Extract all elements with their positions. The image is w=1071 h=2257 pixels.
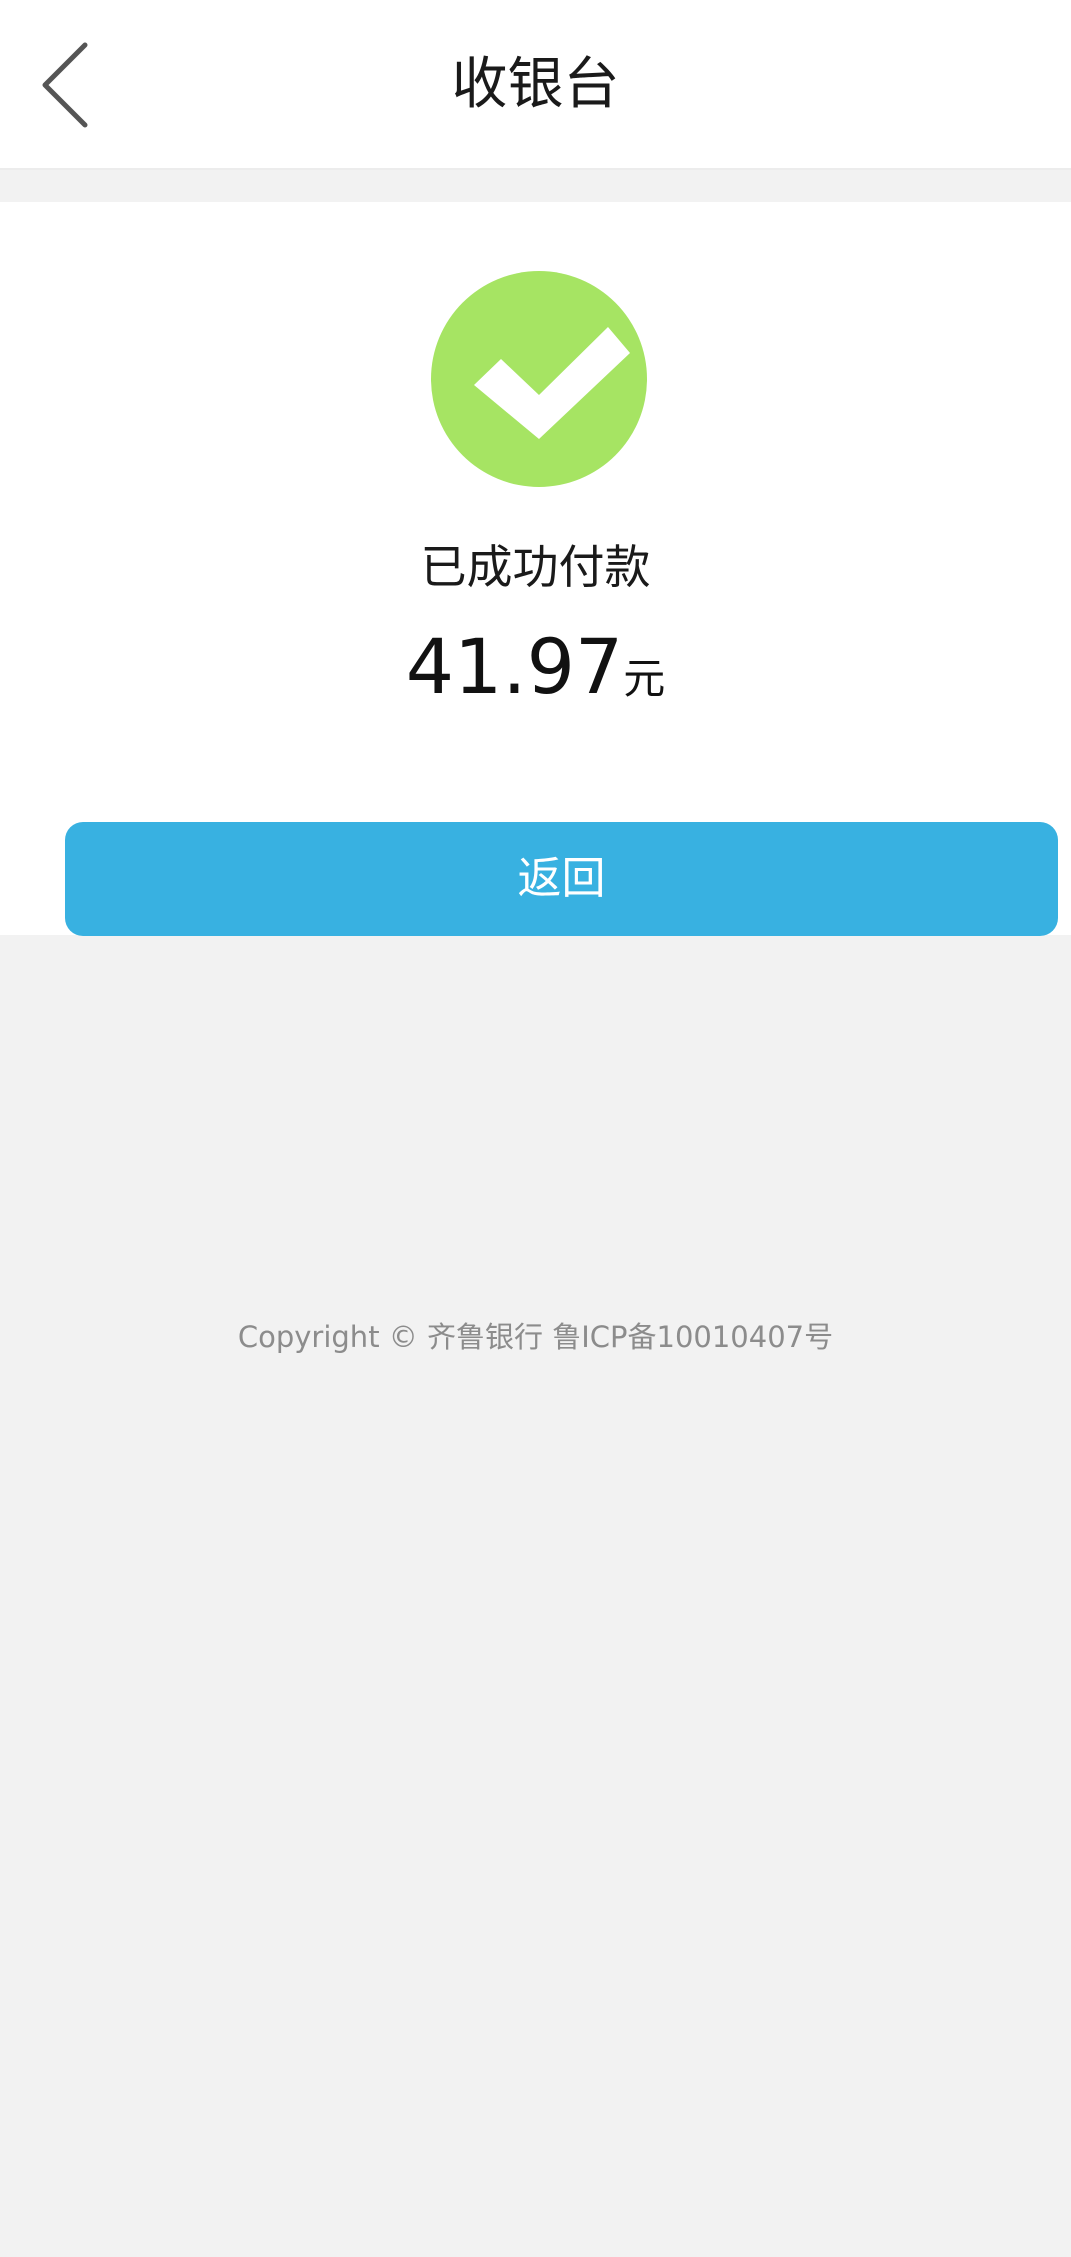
return-button[interactable]: 返回 <box>65 822 1058 936</box>
amount-unit: 元 <box>623 654 666 703</box>
copyright-text: Copyright © 齐鲁银行 鲁ICP备10010407号 <box>237 1320 834 1354</box>
chevron-left-icon <box>30 35 100 135</box>
payment-amount: 41.97元 <box>0 612 1071 722</box>
page-title: 收银台 <box>451 52 620 117</box>
amount-value: 41.97 <box>405 622 624 711</box>
payment-result-card: 已成功付款 41.97元 返回 <box>0 202 1071 936</box>
payment-status-text: 已成功付款 <box>420 540 651 594</box>
success-check-icon <box>431 271 647 487</box>
header-bar: 收银台 <box>0 0 1071 170</box>
back-button[interactable] <box>30 35 100 135</box>
